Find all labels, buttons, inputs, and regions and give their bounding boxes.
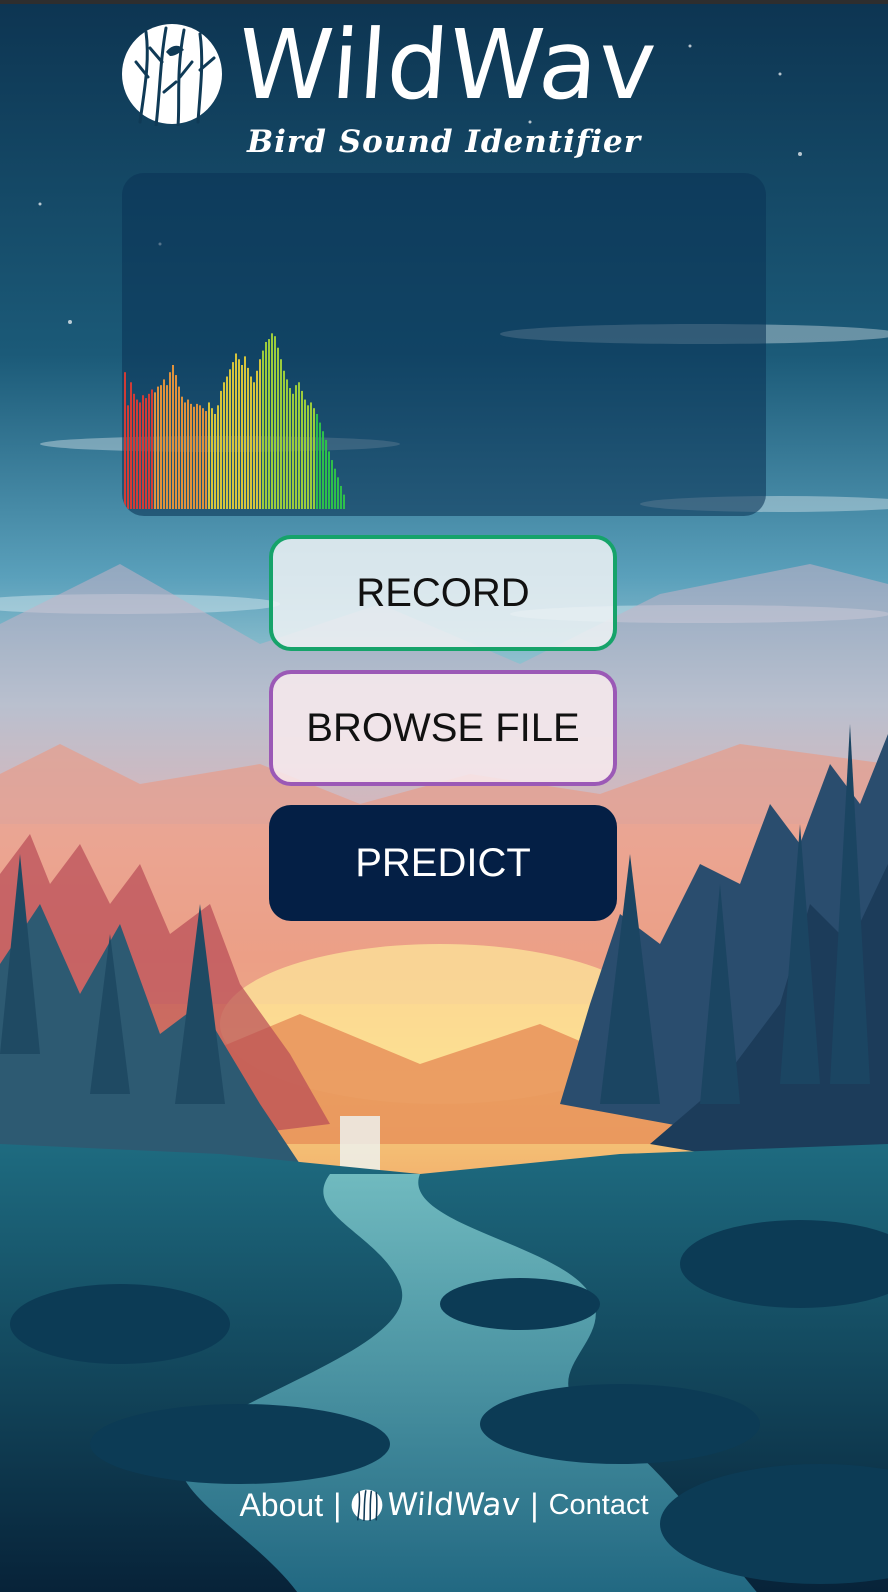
spectrum-bar — [322, 431, 324, 509]
brand-name: WildWav — [234, 9, 661, 121]
spectrum-bar — [262, 350, 264, 509]
spectrum-bar — [247, 367, 249, 509]
spectrum-bar — [331, 460, 333, 509]
spectrum-bar — [256, 370, 258, 509]
spectrum-bar — [166, 385, 168, 509]
spectrum-bar — [265, 341, 267, 509]
spectrum-bar — [130, 382, 132, 509]
spectrum-bar — [340, 485, 342, 509]
spectrum-bar — [280, 359, 282, 509]
spectrum-bar — [307, 405, 309, 509]
spectrum-bar — [220, 390, 222, 509]
predict-button[interactable]: PREDICT — [269, 805, 617, 921]
audio-visualizer-panel — [122, 173, 766, 516]
spectrum-bar — [271, 333, 273, 509]
spectrum-bar — [274, 336, 276, 509]
spectrum-bar — [253, 382, 255, 509]
spectrum-bar — [277, 347, 279, 509]
spectrum-bar — [139, 402, 141, 509]
spectrum-bar — [223, 382, 225, 509]
spectrum-bar — [319, 422, 321, 509]
spectrum-bar — [298, 382, 300, 509]
spectrum-bar — [163, 379, 165, 509]
spectrum-bar — [193, 406, 195, 509]
footer: About | WildWav | Contact — [0, 1480, 888, 1530]
spectrum-bar — [160, 385, 162, 509]
spectrum-bar — [196, 403, 198, 509]
spectrum-bar — [325, 439, 327, 509]
spectrum-bar — [337, 477, 339, 509]
spectrum-bar — [208, 402, 210, 509]
spectrum-bar — [232, 362, 234, 509]
spectrum-bar — [181, 396, 183, 509]
spectrum-bar — [178, 386, 180, 509]
spectrum-bar — [235, 353, 237, 509]
spectrum-bar — [289, 388, 291, 509]
bird-tree-logo-icon — [122, 24, 222, 126]
spectrum-bar — [142, 395, 144, 509]
spectrum-bar — [199, 405, 201, 509]
spectrum-bar — [169, 372, 171, 509]
spectrum-bar — [301, 390, 303, 509]
spectrum-bar — [334, 468, 336, 509]
spectrum-bar — [205, 411, 207, 509]
spectrum-bar — [217, 405, 219, 509]
spectrum-bar — [211, 408, 213, 509]
spectrum-bar — [214, 413, 216, 509]
app-page: WildWav Bird Sound Identifier RECORD BRO… — [0, 0, 888, 1592]
spectrum-bar — [148, 393, 150, 509]
spectrum-bar — [295, 385, 297, 509]
spectrum-bar — [268, 339, 270, 509]
spectrum-bar — [184, 402, 186, 509]
spectrum-bar — [304, 399, 306, 509]
spectrum-bar — [313, 408, 315, 509]
footer-separator: | — [530, 1486, 539, 1523]
spectrum-bar — [157, 386, 159, 509]
spectrum-bar — [241, 365, 243, 509]
spectrum-bar — [136, 399, 138, 509]
spectrum-bar — [151, 389, 153, 509]
spectrum-bar — [328, 451, 330, 509]
spectrum-bar — [154, 392, 156, 509]
spectrum-bar — [190, 403, 192, 509]
about-link[interactable]: About — [239, 1487, 323, 1524]
spectrum-bar — [229, 369, 231, 509]
spectrum-bar — [226, 376, 228, 509]
spectrum-bar — [292, 393, 294, 509]
contact-link[interactable]: Contact — [549, 1489, 649, 1522]
spectrum-bar — [259, 359, 261, 509]
footer-logo: WildWav — [351, 1487, 522, 1523]
spectrum-bar — [145, 398, 147, 509]
footer-separator: | — [333, 1486, 342, 1523]
brand-tagline: Bird Sound Identifier — [246, 124, 642, 160]
app-header: WildWav Bird Sound Identifier — [0, 9, 888, 168]
spectrum-bar — [238, 359, 240, 509]
spectrum-bar — [310, 402, 312, 509]
spectrum-bar — [286, 379, 288, 509]
footer-logo-text: WildWav — [386, 1487, 522, 1523]
spectrum-bar — [172, 365, 174, 509]
spectrum-bar — [283, 370, 285, 509]
spectrum-bar — [124, 372, 126, 509]
spectrum-bar — [343, 494, 345, 509]
spectrum-bar — [133, 393, 135, 509]
spectrum-bar — [250, 376, 252, 509]
spectrum-bar — [244, 356, 246, 509]
bird-tree-logo-icon — [352, 1489, 383, 1521]
spectrum-bar — [175, 375, 177, 509]
spectrum-bar — [202, 408, 204, 509]
browse-file-button[interactable]: BROWSE FILE — [269, 670, 617, 786]
audio-spectrum — [124, 333, 345, 509]
spectrum-bar — [187, 399, 189, 509]
record-button[interactable]: RECORD — [269, 535, 617, 651]
spectrum-bar — [127, 405, 129, 509]
spectrum-bar — [316, 413, 318, 509]
